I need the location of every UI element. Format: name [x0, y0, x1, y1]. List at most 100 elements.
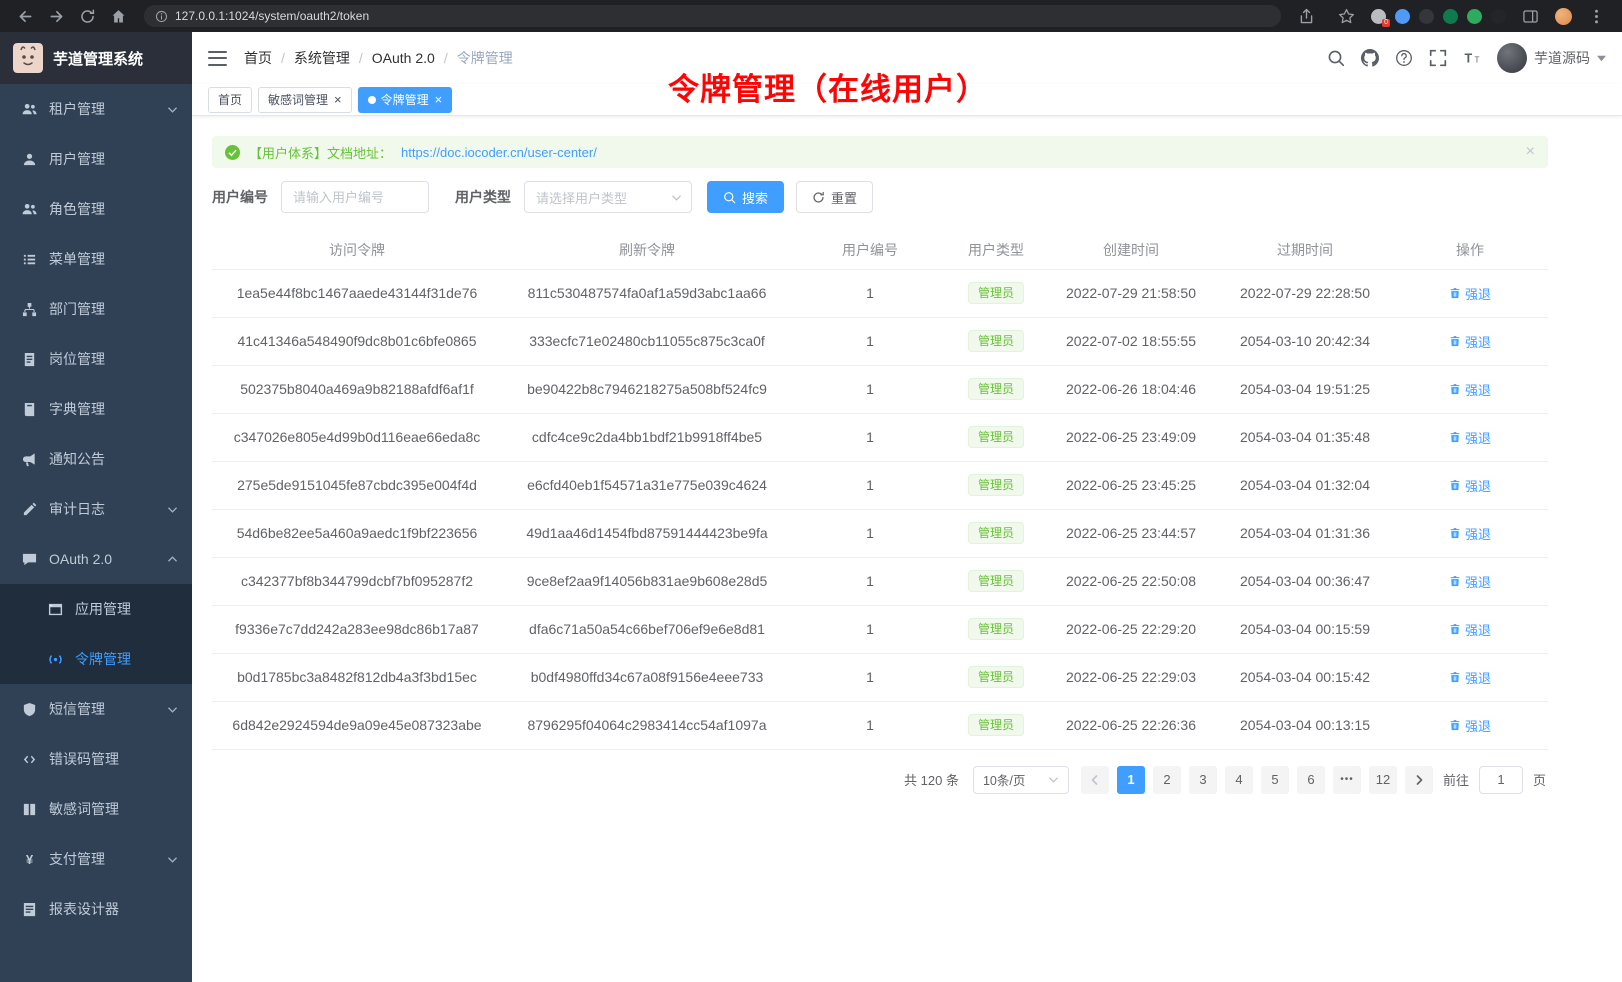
sidebar-item-error-code[interactable]: 错误码管理 — [0, 734, 192, 784]
page-button-3[interactable]: 3 — [1189, 766, 1217, 794]
user-type-tag: 管理员 — [968, 474, 1024, 496]
force-logout-button[interactable]: 强退 — [1449, 572, 1491, 591]
token-table: 访问令牌刷新令牌用户编号用户类型创建时间过期时间操作 1ea5e44f8bc14… — [212, 231, 1548, 750]
access-token-cell: 41c41346a548490f9dc8b01c6bfe0865 — [212, 317, 502, 365]
sidebar-item-pay[interactable]: ¥支付管理 — [0, 834, 192, 884]
app-logo[interactable]: 芋道管理系统 — [0, 32, 192, 84]
prev-page-button[interactable] — [1081, 766, 1109, 794]
side-panel-icon[interactable] — [1522, 8, 1539, 25]
alert-text: 【用户体系】文档地址： — [249, 143, 392, 162]
browser-chrome: 127.0.0.1:1024/system/oauth2/token 0 — [0, 0, 1622, 32]
sidebar-item-label: OAuth 2.0 — [49, 551, 112, 567]
doc-link[interactable]: https://doc.iocoder.cn/user-center/ — [401, 145, 597, 160]
page-button-2[interactable]: 2 — [1153, 766, 1181, 794]
force-logout-button[interactable]: 强退 — [1449, 284, 1491, 303]
force-logout-button[interactable]: 强退 — [1449, 428, 1491, 447]
extension-dark-icon[interactable] — [1419, 9, 1434, 24]
page-button-5[interactable]: 5 — [1261, 766, 1289, 794]
force-logout-button[interactable]: 强退 — [1449, 524, 1491, 543]
sidebar-toggle-icon[interactable] — [208, 51, 227, 66]
browser-back-icon[interactable] — [17, 8, 34, 25]
share-icon[interactable] — [1298, 8, 1315, 25]
sidebar-item-user[interactable]: 用户管理 — [0, 134, 192, 184]
sidebar-item-oauth2[interactable]: OAuth 2.0 — [0, 534, 192, 584]
table-row: c342377bf8b344799dcbf7bf095287f29ce8ef2a… — [212, 557, 1548, 605]
sidebar-item-oauth2-token[interactable]: 令牌管理 — [0, 634, 192, 684]
sidebar-item-sms[interactable]: 短信管理 — [0, 684, 192, 734]
breadcrumb-item[interactable]: 首页 — [244, 48, 272, 68]
breadcrumb-item[interactable]: OAuth 2.0 — [372, 50, 435, 66]
delete-icon — [1449, 287, 1461, 299]
browser-menu-icon[interactable] — [1588, 8, 1605, 25]
browser-home-icon[interactable] — [110, 8, 127, 25]
expire-time-cell: 2054-03-04 00:36:47 — [1218, 557, 1392, 605]
github-icon[interactable] — [1361, 49, 1379, 67]
sidebar-item-tenant[interactable]: 租户管理 — [0, 84, 192, 134]
url-text: 127.0.0.1:1024/system/oauth2/token — [175, 9, 369, 23]
browser-profile-avatar[interactable] — [1555, 8, 1572, 25]
sidebar-item-audit-log[interactable]: 审计日志 — [0, 484, 192, 534]
force-logout-button[interactable]: 强退 — [1449, 716, 1491, 735]
force-logout-button[interactable]: 强退 — [1449, 476, 1491, 495]
sidebar-item-sensitive-word[interactable]: 敏感词管理 — [0, 784, 192, 834]
page-button-12[interactable]: 12 — [1369, 766, 1397, 794]
sidebar-item-label: 部门管理 — [49, 299, 105, 319]
sidebar-item-notice[interactable]: 通知公告 — [0, 434, 192, 484]
extension-dark-green-icon[interactable] — [1443, 9, 1458, 24]
sidebar-item-menu[interactable]: 菜单管理 — [0, 234, 192, 284]
extension-green-icon[interactable] — [1467, 9, 1482, 24]
user-type-select[interactable]: 请选择用户类型 — [524, 181, 692, 213]
page-button-4[interactable]: 4 — [1225, 766, 1253, 794]
tab-close-icon[interactable]: × — [435, 93, 443, 106]
page-ellipsis[interactable]: ••• — [1333, 766, 1361, 794]
tab-close-icon[interactable]: × — [334, 93, 342, 106]
font-size-icon[interactable]: TT — [1463, 49, 1481, 67]
user-type-tag: 管理员 — [968, 666, 1024, 688]
tab-sensitive-word[interactable]: 敏感词管理× — [258, 87, 352, 113]
tab-home[interactable]: 首页 — [208, 87, 252, 113]
reset-button[interactable]: 重置 — [796, 181, 873, 213]
breadcrumb-item[interactable]: 系统管理 — [294, 48, 350, 68]
tab-token[interactable]: 令牌管理× — [358, 87, 453, 113]
sidebar-item-report-designer[interactable]: 报表设计器 — [0, 884, 192, 934]
tree-icon — [22, 302, 37, 317]
page-button-1[interactable]: 1 — [1117, 766, 1145, 794]
sidebar-item-role[interactable]: 角色管理 — [0, 184, 192, 234]
goto-page-input[interactable] — [1479, 766, 1523, 794]
sidebar-item-dept[interactable]: 部门管理 — [0, 284, 192, 334]
user-type-cell: 管理员 — [948, 413, 1044, 461]
address-bar[interactable]: 127.0.0.1:1024/system/oauth2/token — [144, 5, 1281, 27]
browser-refresh-icon[interactable] — [79, 8, 96, 25]
user-id-input[interactable] — [281, 181, 429, 213]
column-header: 创建时间 — [1044, 231, 1218, 269]
extension-blue-icon[interactable] — [1395, 9, 1410, 24]
force-logout-button[interactable]: 强退 — [1449, 380, 1491, 399]
search-icon[interactable] — [1327, 49, 1345, 67]
alert-close-icon[interactable]: × — [1526, 144, 1535, 160]
extension-grid-icon[interactable]: 0 — [1371, 9, 1386, 24]
sidebar-item-oauth2-app[interactable]: 应用管理 — [0, 584, 192, 634]
sidebar-item-post[interactable]: 岗位管理 — [0, 334, 192, 384]
window-icon — [48, 602, 63, 617]
user-menu[interactable]: 芋道源码 — [1497, 43, 1606, 73]
help-icon[interactable] — [1395, 49, 1413, 67]
bookmark-star-icon[interactable] — [1338, 8, 1355, 25]
page-button-6[interactable]: 6 — [1297, 766, 1325, 794]
page-size-select[interactable]: 10条/页 — [973, 766, 1069, 794]
force-logout-button[interactable]: 强退 — [1449, 620, 1491, 639]
sidebar-item-dict[interactable]: 字典管理 — [0, 384, 192, 434]
force-logout-button[interactable]: 强退 — [1449, 332, 1491, 351]
created-time-cell: 2022-06-25 22:29:03 — [1044, 653, 1218, 701]
browser-forward-icon[interactable] — [48, 8, 65, 25]
fullscreen-icon[interactable] — [1429, 49, 1447, 67]
action-cell: 强退 — [1392, 509, 1548, 557]
column-header: 操作 — [1392, 231, 1548, 269]
force-logout-button[interactable]: 强退 — [1449, 668, 1491, 687]
next-page-button[interactable] — [1405, 766, 1433, 794]
table-row: b0d1785bc3a8482f812db4a3f3bd15ecb0df4980… — [212, 653, 1548, 701]
site-info-icon[interactable] — [155, 10, 168, 23]
extension-black-icon[interactable] — [1491, 9, 1506, 24]
page-buttons: 123456•••12 — [1117, 766, 1397, 794]
access-token-cell: c342377bf8b344799dcbf7bf095287f2 — [212, 557, 502, 605]
search-button[interactable]: 搜索 — [707, 181, 784, 213]
